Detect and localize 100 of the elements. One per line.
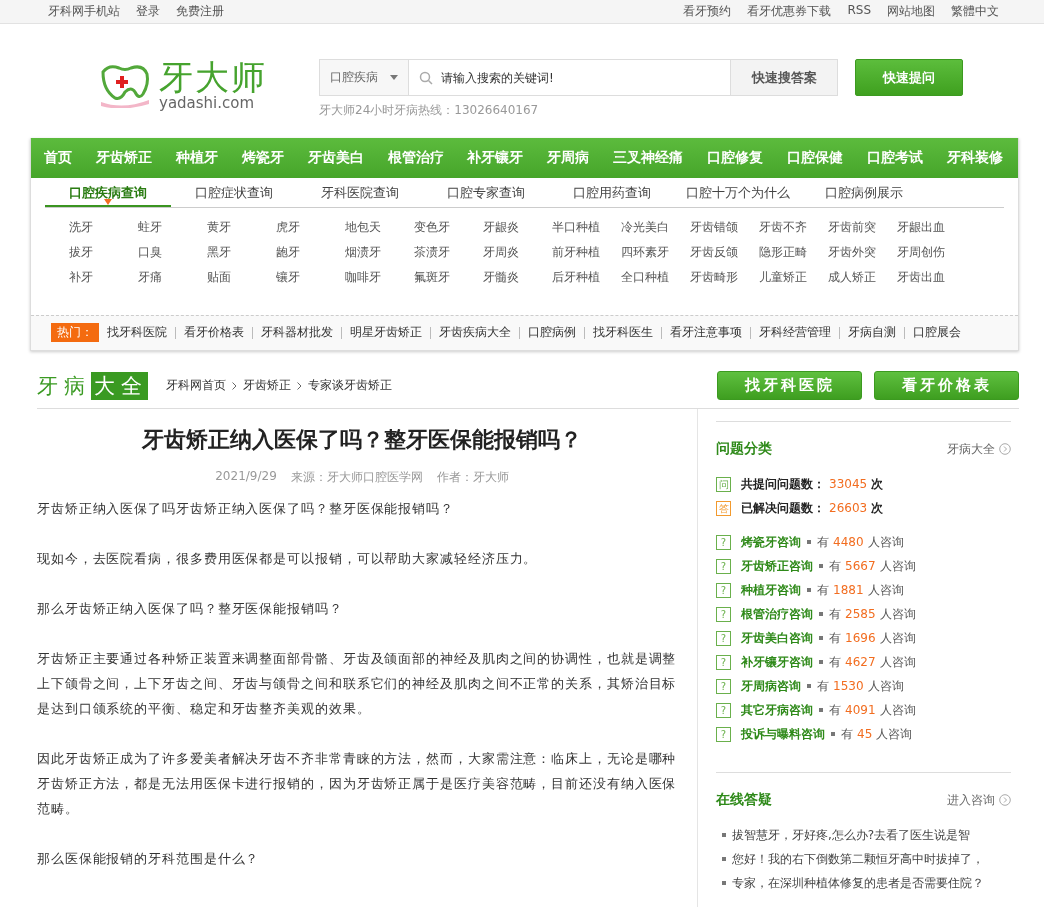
top-link[interactable]: 登录 [136,3,160,20]
keyword-link[interactable]: 半口种植 [552,218,621,237]
search-field[interactable]: 请输入搜索的关键词! [409,59,731,96]
consult-suffix: 人咨询 [867,581,904,599]
category-select[interactable]: 口腔疾病 [319,59,409,96]
keyword-link[interactable]: 烟渍牙 [345,243,414,262]
category-link[interactable]: 烤瓷牙咨询 [741,533,801,551]
sub-tab[interactable]: 口腔疾病查询 [45,178,171,207]
keyword-link[interactable]: 牙龈炎 [483,218,552,237]
keyword-link[interactable]: 牙痛 [138,268,207,287]
sub-tab[interactable]: 口腔十万个为什么 [675,178,801,207]
category-link[interactable]: 牙齿矫正咨询 [741,557,813,575]
bullet-icon [722,833,726,837]
question-badge: ? [716,606,731,622]
keyword-link[interactable]: 补牙 [69,268,138,287]
keyword-link[interactable]: 牙齿错颌 [690,218,759,237]
hot-link[interactable]: 找牙科医院 [107,324,167,341]
keyword-link[interactable]: 龅牙 [276,243,345,262]
keyword-link[interactable]: 四环素牙 [621,243,690,262]
stat-label: 共提问问题数： [741,475,825,493]
keyword-link[interactable]: 黄牙 [207,218,276,237]
keyword-link[interactable]: 洗牙 [69,218,138,237]
keyword-link[interactable]: 虎牙 [276,218,345,237]
keyword-link[interactable]: 咖啡牙 [345,268,414,287]
breadcrumb-link[interactable]: 专家谈牙齿矫正 [308,377,392,394]
keyword-link[interactable]: 牙齿反颌 [690,243,759,262]
category-link[interactable]: 牙周病咨询 [741,677,801,695]
keyword-link[interactable]: 氟斑牙 [414,268,483,287]
keyword-link[interactable]: 冷光美白 [621,218,690,237]
keyword-link[interactable]: 成人矫正 [828,268,897,287]
hot-link[interactable]: 牙病自测 [848,324,896,341]
sub-tab[interactable]: 口腔症状查询 [171,178,297,207]
breadcrumb-link[interactable]: 牙科网首页 [166,377,226,394]
keyword-link[interactable]: 牙齿出血 [897,268,966,287]
sub-tab[interactable]: 口腔病例展示 [801,178,927,207]
keyword-link[interactable]: 儿童矫正 [759,268,828,287]
keyword-link[interactable]: 变色牙 [414,218,483,237]
keyword-link[interactable]: 牙髓炎 [483,268,552,287]
consult-prefix: 有 [829,605,841,623]
top-link[interactable]: 繁體中文 [951,3,999,20]
keyword-link[interactable]: 全口种植 [621,268,690,287]
keyword-link[interactable]: 蛀牙 [138,218,207,237]
top-link[interactable]: 牙科网手机站 [48,3,120,20]
keyword-link[interactable]: 牙齿外突 [828,243,897,262]
keyword-link[interactable]: 口臭 [138,243,207,262]
keyword-link[interactable]: 牙周创伤 [897,243,966,262]
hot-link[interactable]: 看牙注意事项 [670,324,742,341]
hot-link[interactable]: 口腔病例 [528,324,576,341]
keyword-link[interactable]: 牙龈出血 [897,218,966,237]
hot-link[interactable]: 牙齿疾病大全 [439,324,511,341]
more-link[interactable]: 牙病大全 [947,440,1011,458]
keyword-link[interactable]: 隐形正畸 [759,243,828,262]
question-link[interactable]: 您好！我的右下倒数第二颗恒牙高中时拔掉了， [732,850,984,868]
keyword-link[interactable]: 前牙种植 [552,243,621,262]
hot-link[interactable]: 看牙价格表 [184,324,244,341]
keyword-link[interactable]: 牙周炎 [483,243,552,262]
keyword-link[interactable]: 牙齿不齐 [759,218,828,237]
consult-count: 1530 [833,679,864,693]
search-icon [419,71,433,85]
keyword-link[interactable]: 贴面 [207,268,276,287]
bullet-icon [819,708,823,712]
keyword-link[interactable]: 茶渍牙 [414,243,483,262]
top-link[interactable]: RSS [847,3,871,20]
hot-link[interactable]: 牙科经营管理 [759,324,831,341]
keyword-link[interactable]: 后牙种植 [552,268,621,287]
bullet-icon [807,588,811,592]
keyword-link[interactable]: 地包天 [345,218,414,237]
hot-link[interactable]: 找牙科医生 [593,324,653,341]
keyword-link[interactable]: 拔牙 [69,243,138,262]
article-title: 牙齿矫正纳入医保了吗？整牙医保能报销吗？ [140,426,583,454]
keyword-link[interactable]: 黑牙 [207,243,276,262]
bullet-icon [819,564,823,568]
question-badge: ? [716,534,731,550]
category-link[interactable]: 牙齿美白咨询 [741,629,813,647]
category-link[interactable]: 补牙镶牙咨询 [741,653,813,671]
question-link[interactable]: 专家，在深圳种植体修复的患者是否需要住院？ [732,874,984,892]
stat-unit: 次 [871,475,884,493]
top-link[interactable]: 网站地图 [887,3,935,20]
question-link[interactable]: 拔智慧牙，牙好疼,怎么办?去看了医生说是智 [732,826,971,844]
keyword-link[interactable]: 镶牙 [276,268,345,287]
search-button[interactable]: 快速搜答案 [731,59,838,96]
logo-domain: yadashi.com [159,95,256,111]
keyword-link[interactable]: 牙齿前突 [828,218,897,237]
sub-tab[interactable]: 口腔专家查询 [423,178,549,207]
more-link[interactable]: 进入咨询 [947,791,1011,809]
hot-link[interactable]: 口腔展会 [913,324,961,341]
top-link[interactable]: 看牙优惠券下载 [747,3,832,20]
top-link[interactable]: 看牙预约 [683,3,732,20]
category-link[interactable]: 根管治疗咨询 [741,605,813,623]
category-link[interactable]: 其它牙病咨询 [741,701,813,719]
sub-tab[interactable]: 牙科医院查询 [297,178,423,207]
sub-tab[interactable]: 口腔用药查询 [549,178,675,207]
breadcrumb-link[interactable]: 牙齿矫正 [243,377,291,394]
hot-link[interactable]: 牙科器材批发 [261,324,333,341]
bullet-icon [722,881,726,885]
top-link[interactable]: 免费注册 [176,3,224,20]
category-link[interactable]: 种植牙咨询 [741,581,801,599]
hot-link[interactable]: 明星牙齿矫正 [350,324,422,341]
keyword-link[interactable]: 牙齿畸形 [690,268,759,287]
category-link[interactable]: 投诉与曝料咨询 [741,725,825,743]
